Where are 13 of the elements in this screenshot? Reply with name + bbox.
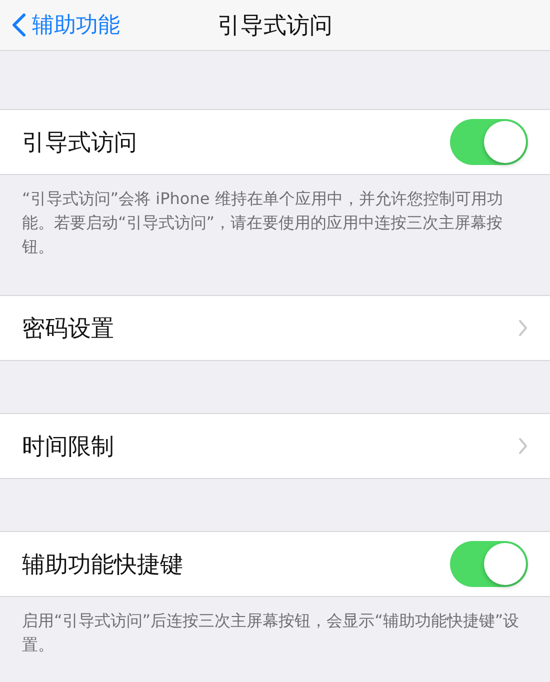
footer-note: “引导式访问”会将 iPhone 维持在单个应用中，并允许您控制可用功能。若要启动“引导式访问”，请在要使用的应用中连按三次主屏幕按钮。	[21, 188, 504, 258]
back-chevron-icon	[12, 13, 26, 37]
toggle-switch[interactable]	[450, 541, 528, 587]
footer-note: 启用“引导式访问”后连按三次主屏幕按钮，会显示“辅助功能快捷键”设置。	[21, 610, 520, 656]
chevron-icon	[518, 319, 528, 337]
screen-title: 引导式访问	[218, 12, 332, 38]
settings-row[interactable]: 密码设置	[0, 296, 550, 360]
setting-label: 引导式访问	[22, 128, 137, 158]
settings-row[interactable]: 时间限制	[0, 414, 550, 478]
chevron-icon	[518, 437, 528, 455]
back-button[interactable]: 辅助功能	[0, 9, 126, 41]
setting-label: 辅助功能快捷键	[22, 550, 183, 580]
toggle-switch[interactable]	[450, 119, 528, 165]
